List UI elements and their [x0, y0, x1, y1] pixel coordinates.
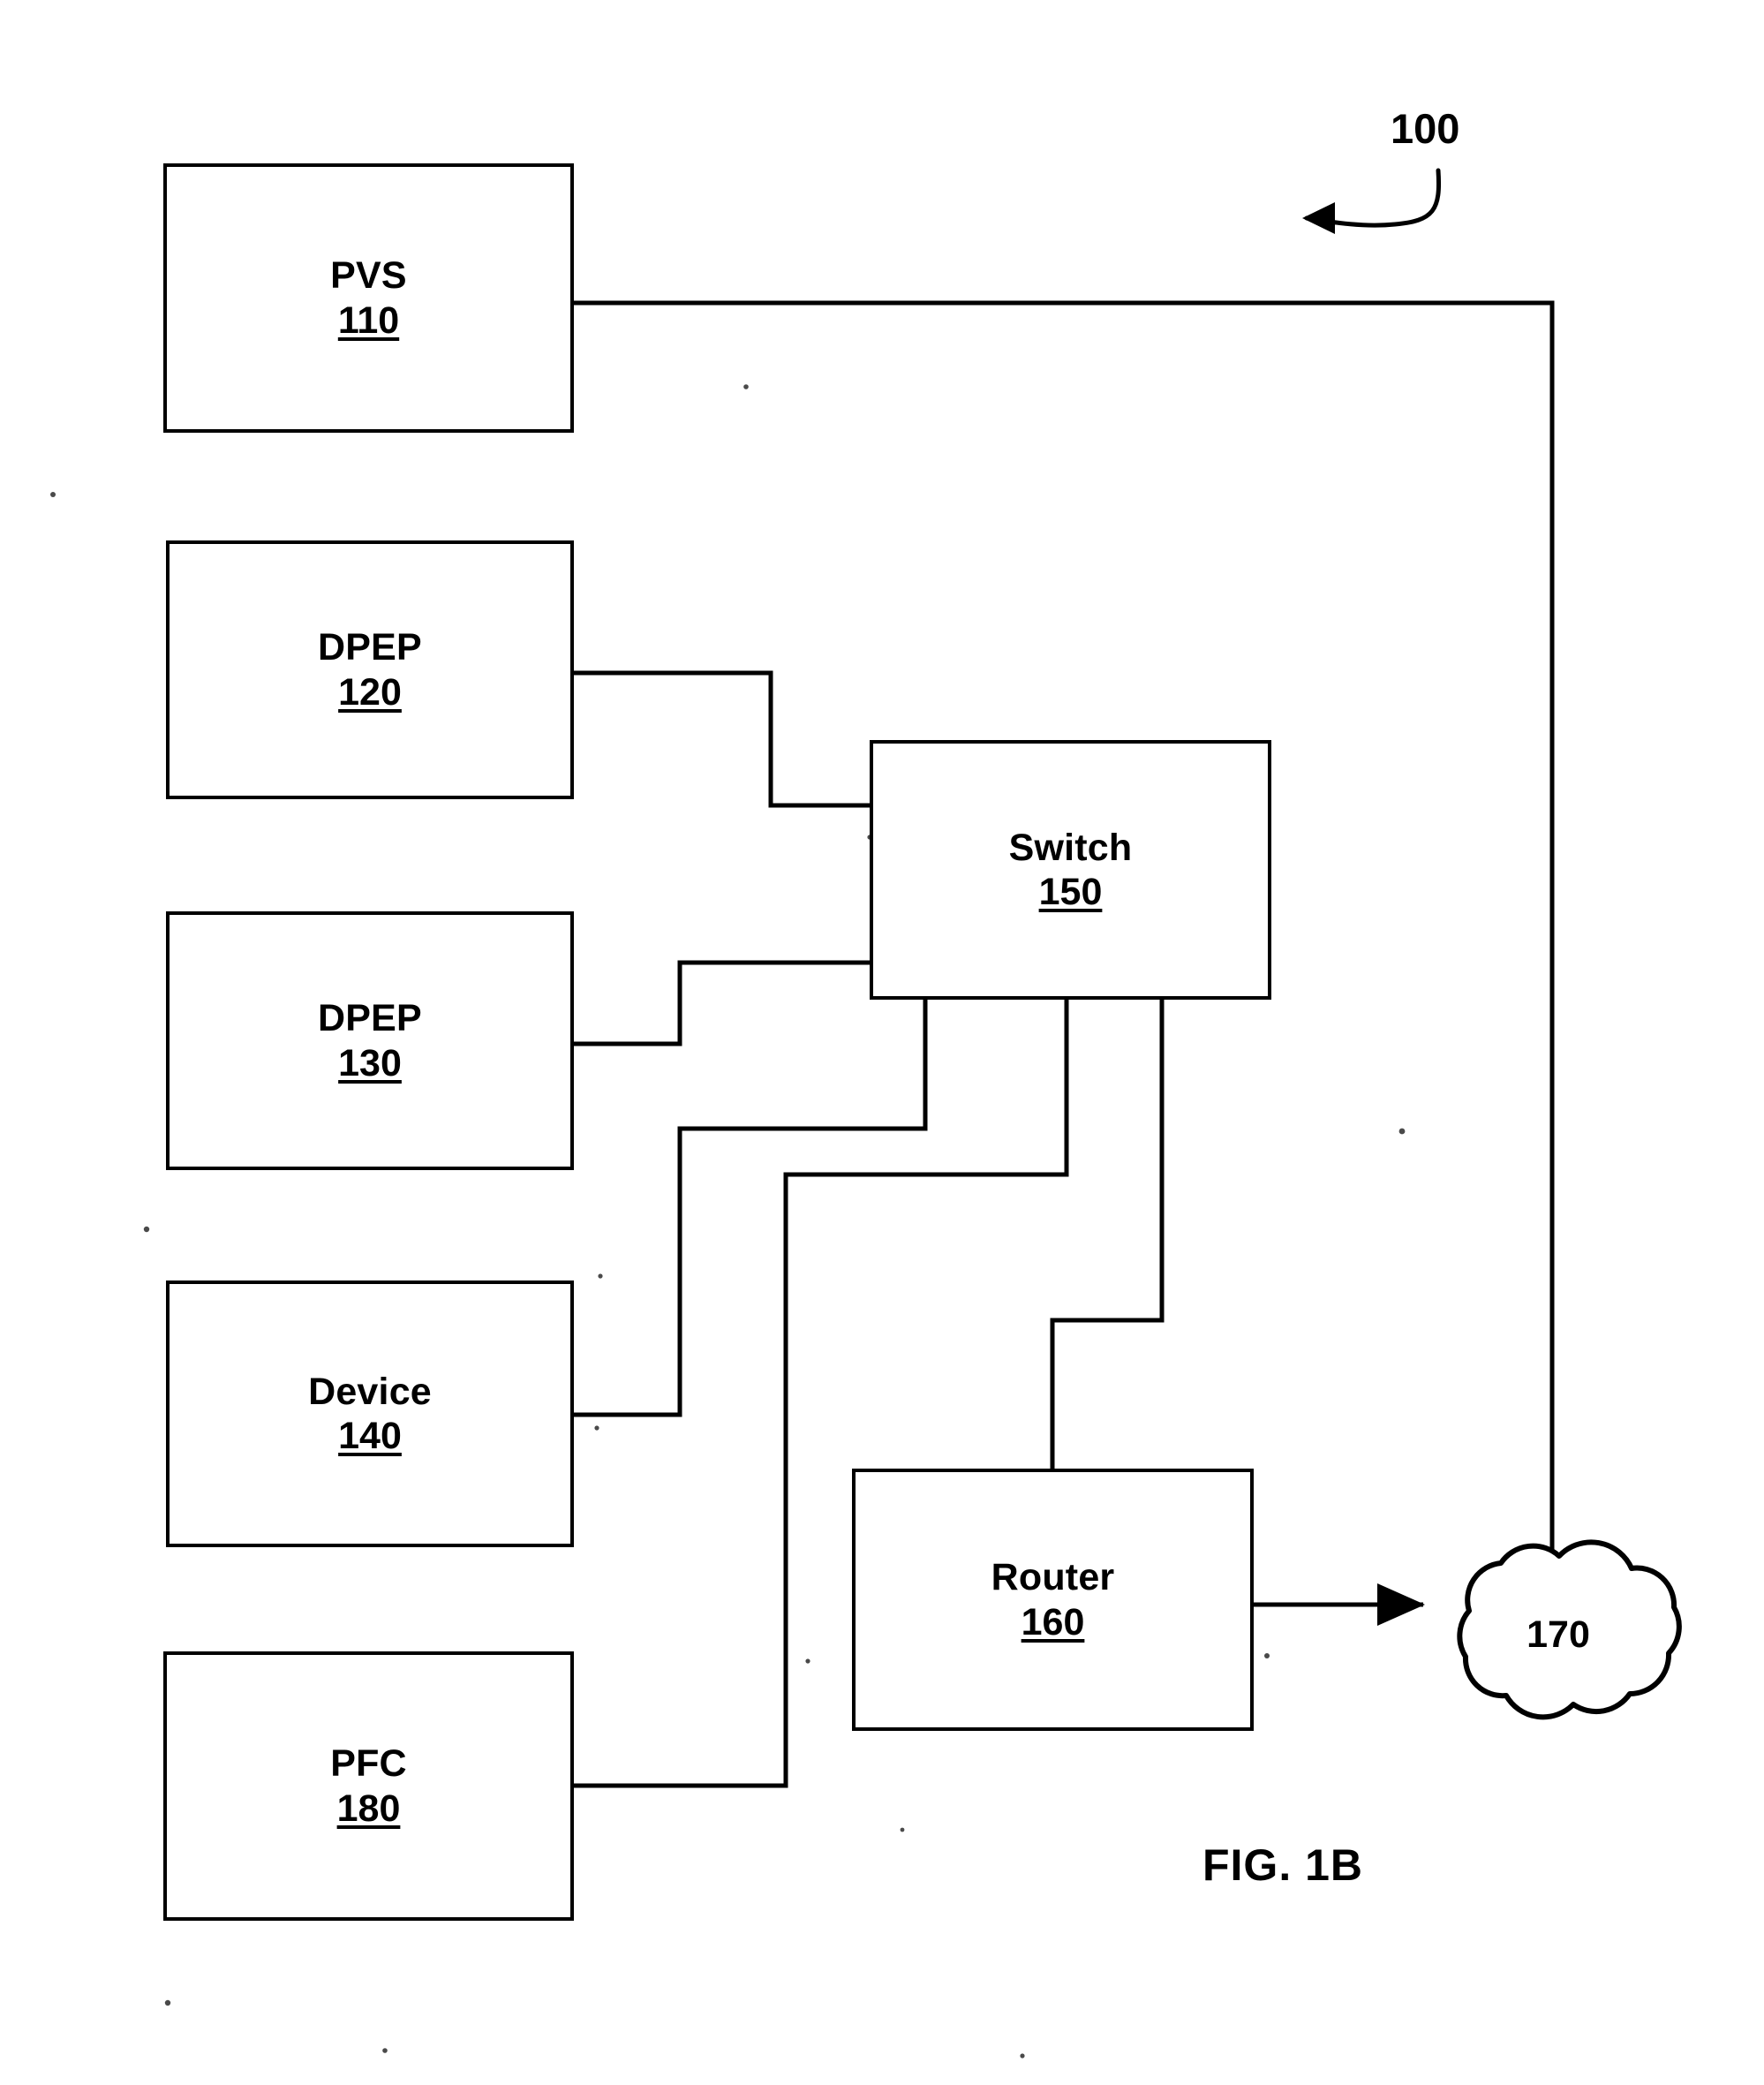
node-pvs[interactable]: PVS 110 — [163, 163, 574, 433]
node-device-140[interactable]: Device 140 — [166, 1280, 574, 1547]
switch-to-router-link — [1050, 1000, 1165, 1469]
node-router-160-ref: 160 — [1021, 1600, 1085, 1643]
node-switch-150-title: Switch — [1008, 826, 1133, 869]
node-dpep-120-ref: 120 — [338, 670, 402, 714]
node-router-160-title: Router — [991, 1556, 1115, 1599]
node-dpep-130-title: DPEP — [318, 997, 422, 1040]
node-router-160[interactable]: Router 160 — [852, 1469, 1254, 1731]
network-cloud-label: 170 — [1527, 1613, 1590, 1656]
figure-caption: FIG. 1B — [1202, 1840, 1364, 1890]
node-dpep-120[interactable]: DPEP 120 — [166, 540, 574, 799]
node-pfc-180-ref: 180 — [336, 1787, 401, 1830]
node-dpep-130-ref: 130 — [338, 1041, 402, 1084]
dpep130-to-switch-link — [574, 960, 870, 1046]
node-pfc-180[interactable]: PFC 180 — [163, 1651, 574, 1921]
node-switch-150-ref: 150 — [1038, 871, 1103, 913]
node-dpep-120-title: DPEP — [318, 626, 422, 669]
figure-canvas: PVS 110 DPEP 120 DPEP 130 Device 140 PFC… — [0, 0, 1764, 2085]
node-dpep-130[interactable]: DPEP 130 — [166, 911, 574, 1170]
node-device-140-title: Device — [308, 1370, 432, 1413]
node-switch-150[interactable]: Switch 150 — [870, 740, 1271, 1000]
node-pvs-title: PVS — [330, 254, 407, 298]
dpep120-to-switch-link — [574, 670, 870, 808]
node-device-140-ref: 140 — [338, 1415, 402, 1457]
node-pvs-ref: 110 — [337, 298, 400, 342]
device-to-switch-link — [574, 1000, 928, 1417]
system-ref-100: 100 — [1391, 105, 1460, 152]
system-callout-arrowhead — [1302, 202, 1335, 234]
network-cloud[interactable]: 170 — [1413, 1532, 1704, 1735]
node-pfc-180-title: PFC — [330, 1742, 407, 1786]
